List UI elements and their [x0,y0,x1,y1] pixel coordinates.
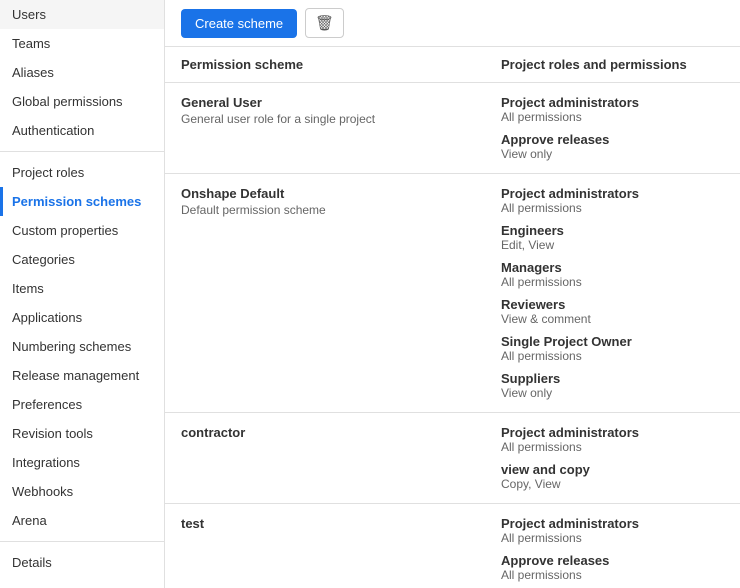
sidebar-item-aliases[interactable]: Aliases [0,58,164,87]
roles-col: Project administratorsAll permissionsEng… [501,186,724,400]
table-body: General User General user role for a sing… [165,83,740,588]
main-content: Create scheme 🗑 Permission scheme Projec… [165,0,740,588]
role-entry: Approve releasesAll permissions [501,553,724,582]
table-row[interactable]: General User General user role for a sing… [165,83,740,174]
role-entry: Project administratorsAll permissions [501,516,724,545]
table-row[interactable]: Onshape Default Default permission scheme… [165,174,740,413]
sidebar-item-authentication[interactable]: Authentication [0,116,164,145]
sidebar-item-permission-schemes[interactable]: Permission schemes [0,187,164,216]
role-name: Project administrators [501,186,724,201]
sidebar-item-project-roles[interactable]: Project roles [0,158,164,187]
sidebar-item-integrations[interactable]: Integrations [0,448,164,477]
table-row[interactable]: testProject administratorsAll permission… [165,504,740,588]
role-entry: EngineersEdit, View [501,223,724,252]
role-perm: All permissions [501,440,724,454]
role-entry: SuppliersView only [501,371,724,400]
scheme-name: Onshape Default [181,186,501,201]
role-name: view and copy [501,462,724,477]
role-perm: View & comment [501,312,724,326]
role-perm: All permissions [501,275,724,289]
role-perm: All permissions [501,110,724,124]
scheme-name: test [181,516,501,531]
role-name: Managers [501,260,724,275]
col-scheme-header: Permission scheme [181,57,501,72]
role-entry: ReviewersView & comment [501,297,724,326]
sidebar-divider [0,541,164,542]
role-entry: Project administratorsAll permissions [501,95,724,124]
role-name: Project administrators [501,425,724,440]
roles-col: Project administratorsAll permissionsApp… [501,516,724,582]
sidebar-item-custom-properties[interactable]: Custom properties [0,216,164,245]
scheme-left-col: test [181,516,501,533]
scheme-left-col: Onshape Default Default permission scheme [181,186,501,217]
role-perm: Copy, View [501,477,724,491]
role-name: Reviewers [501,297,724,312]
role-entry: Single Project OwnerAll permissions [501,334,724,363]
role-entry: view and copyCopy, View [501,462,724,491]
role-perm: All permissions [501,201,724,215]
sidebar-item-items[interactable]: Items [0,274,164,303]
role-entry: Project administratorsAll permissions [501,425,724,454]
scheme-left-col: contractor [181,425,501,442]
sidebar-item-preferences[interactable]: Preferences [0,390,164,419]
role-perm: All permissions [501,531,724,545]
create-scheme-button[interactable]: Create scheme [181,9,297,38]
roles-col: Project administratorsAll permissions vie… [501,425,724,491]
role-name: Project administrators [501,95,724,110]
role-name: Engineers [501,223,724,238]
trash-icon: 🗑 [315,14,334,32]
role-name: Project administrators [501,516,724,531]
role-name: Approve releases [501,132,724,147]
col-roles-header: Project roles and permissions [501,57,724,72]
role-perm: View only [501,147,724,161]
sidebar-item-arena[interactable]: Arena [0,506,164,535]
role-perm: All permissions [501,349,724,363]
roles-col: Project administratorsAll permissions App… [501,95,724,161]
scheme-left-col: General User General user role for a sing… [181,95,501,126]
role-name: Suppliers [501,371,724,386]
scheme-name: contractor [181,425,501,440]
sidebar-item-release-management[interactable]: Release management [0,361,164,390]
table-header: Permission scheme Project roles and perm… [165,47,740,83]
sidebar-item-users[interactable]: Users [0,0,164,29]
sidebar-divider [0,151,164,152]
scheme-desc: General user role for a single project [181,112,501,126]
role-name: Approve releases [501,553,724,568]
sidebar-item-webhooks[interactable]: Webhooks [0,477,164,506]
sidebar-item-categories[interactable]: Categories [0,245,164,274]
role-entry: ManagersAll permissions [501,260,724,289]
role-name: Single Project Owner [501,334,724,349]
sidebar-item-revision-tools[interactable]: Revision tools [0,419,164,448]
sidebar-item-applications[interactable]: Applications [0,303,164,332]
sidebar-item-teams[interactable]: Teams [0,29,164,58]
scheme-desc: Default permission scheme [181,203,501,217]
delete-button[interactable]: 🗑 [305,8,344,38]
scheme-name: General User [181,95,501,110]
role-perm: All permissions [501,568,724,582]
table-row[interactable]: contractorProject administratorsAll perm… [165,413,740,504]
sidebar-item-global-permissions[interactable]: Global permissions [0,87,164,116]
sidebar-item-numbering-schemes[interactable]: Numbering schemes [0,332,164,361]
role-perm: Edit, View [501,238,724,252]
sidebar: UsersTeamsAliasesGlobal permissionsAuthe… [0,0,165,588]
role-entry: Project administratorsAll permissions [501,186,724,215]
role-perm: View only [501,386,724,400]
role-entry: Approve releasesView only [501,132,724,161]
toolbar: Create scheme 🗑 [165,0,740,47]
sidebar-item-details[interactable]: Details [0,548,164,577]
